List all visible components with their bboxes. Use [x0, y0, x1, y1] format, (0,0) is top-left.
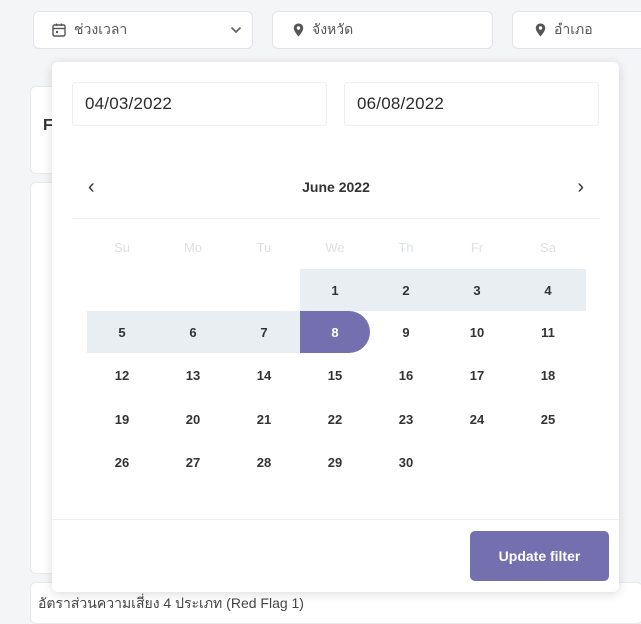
footer-divider [52, 519, 619, 520]
province-label: จังหวัด [312, 21, 354, 37]
calendar-day[interactable]: 6 [158, 311, 228, 353]
next-month-button[interactable]: › [577, 177, 584, 197]
calendar-day[interactable]: 25 [513, 398, 583, 440]
weekday-label: Sa [540, 240, 556, 255]
start-date-input[interactable]: 04/03/2022 [72, 82, 327, 126]
calendar-day[interactable]: 13 [158, 354, 228, 396]
end-date-input[interactable]: 06/08/2022 [344, 82, 599, 126]
weekday-label: Th [398, 240, 414, 255]
weekday-label: Mo [183, 240, 203, 255]
calendar-day[interactable]: 26 [87, 441, 157, 483]
calendar-day[interactable]: 1 [300, 269, 370, 311]
calendar-day[interactable]: 11 [513, 311, 583, 353]
calendar-day-selected[interactable]: 8 [300, 311, 370, 353]
filter-bar: ช่วงเวลา จังหวัด อำเภอ [0, 0, 641, 62]
calendar-icon [52, 23, 66, 37]
chevron-down-icon [230, 26, 242, 34]
calendar-day[interactable]: 7 [229, 311, 299, 353]
calendar-day[interactable]: 18 [513, 354, 583, 396]
calendar-day[interactable]: 2 [371, 269, 441, 311]
calendar-day[interactable]: 30 [371, 441, 441, 483]
calendar-day[interactable]: 21 [229, 398, 299, 440]
update-filter-button[interactable]: Update filter [470, 531, 609, 581]
calendar-day[interactable]: 10 [442, 311, 512, 353]
date-range-dropdown[interactable]: ช่วงเวลา [33, 11, 253, 49]
calendar-day[interactable]: 5 [87, 311, 157, 353]
calendar-day[interactable]: 17 [442, 354, 512, 396]
district-label: อำเภอ [554, 21, 593, 37]
calendar-day[interactable]: 20 [158, 398, 228, 440]
location-pin-icon [535, 23, 546, 37]
date-range-label: ช่วงเวลา [74, 21, 128, 37]
calendar-day[interactable]: 3 [442, 269, 512, 311]
calendar-day[interactable]: 9 [371, 311, 441, 353]
date-range-picker: 04/03/2022 06/08/2022 ‹ June 2022 › Su M… [52, 62, 619, 592]
calendar-day[interactable]: 27 [158, 441, 228, 483]
calendar-day[interactable]: 16 [371, 354, 441, 396]
district-dropdown[interactable]: อำเภอ [512, 11, 641, 49]
calendar-day[interactable]: 28 [229, 441, 299, 483]
province-dropdown[interactable]: จังหวัด [272, 11, 493, 49]
section-heading: อัตราส่วนความเสี่ยง 4 ประเภท (Red Flag 1… [38, 595, 304, 611]
calendar-day[interactable]: 14 [229, 354, 299, 396]
weekday-label: Tu [256, 240, 272, 255]
calendar-header: ‹ June 2022 › [72, 170, 600, 219]
calendar-day[interactable]: 24 [442, 398, 512, 440]
location-pin-icon [293, 23, 304, 37]
calendar-day[interactable]: 4 [513, 269, 583, 311]
weekday-label: Fr [470, 240, 484, 255]
calendar-day[interactable]: 19 [87, 398, 157, 440]
calendar-day[interactable]: 22 [300, 398, 370, 440]
calendar-day[interactable]: 12 [87, 354, 157, 396]
month-title: June 2022 [302, 179, 370, 195]
weekday-label: We [325, 240, 345, 255]
calendar-day[interactable]: 29 [300, 441, 370, 483]
calendar-day[interactable]: 15 [300, 354, 370, 396]
calendar-day[interactable]: 23 [371, 398, 441, 440]
weekday-label: Su [114, 240, 130, 255]
